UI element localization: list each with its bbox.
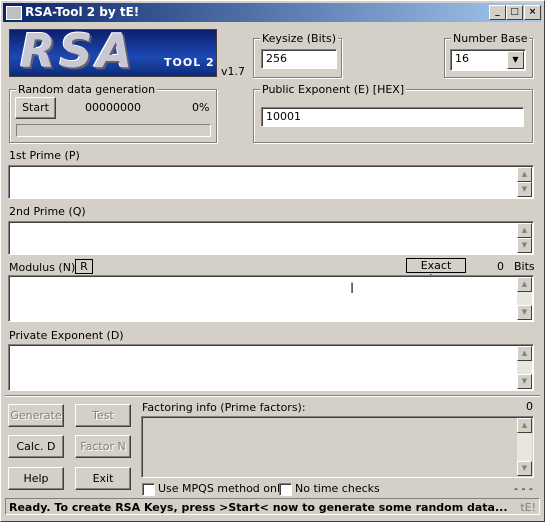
divider xyxy=(5,395,540,397)
generate-button[interactable]: Generate xyxy=(8,404,64,427)
mpqs-checkbox[interactable] xyxy=(142,483,155,496)
test-button[interactable]: Test xyxy=(75,404,131,427)
modulus-field[interactable]: ▲ ▼ I xyxy=(8,275,534,322)
logo-text: RSA xyxy=(20,29,137,77)
mpqs-label: Use MPQS method only xyxy=(158,482,287,495)
scroll-down-icon[interactable]: ▼ xyxy=(517,374,532,389)
version-label: v1.7 xyxy=(221,65,246,78)
scroll-up-icon[interactable]: ▲ xyxy=(517,277,532,292)
no-time-label: No time checks xyxy=(295,482,380,495)
modulus-label: Modulus (N) xyxy=(9,261,76,274)
modulus-scrollbar[interactable]: ▲ ▼ xyxy=(517,277,532,320)
random-progress-bar xyxy=(16,124,211,137)
exit-button[interactable]: Exit xyxy=(75,467,131,490)
dashes-label: - - - xyxy=(514,482,533,495)
scroll-down-icon[interactable]: ▼ xyxy=(517,461,532,476)
prime-q-label: 2nd Prime (Q) xyxy=(9,205,86,218)
prime-q-field[interactable]: ▲ ▼ xyxy=(8,221,534,255)
factor-n-button[interactable]: Factor N xyxy=(75,435,131,458)
logo-subtext: TOOL 2 xyxy=(164,56,215,69)
random-data-label: Random data generation xyxy=(16,83,158,96)
prime-q-scrollbar[interactable]: ▲ ▼ xyxy=(517,223,532,253)
keysize-label: Keysize (Bits) xyxy=(260,32,338,45)
title-bar: RSA-Tool 2 by tE! _ □ × xyxy=(3,3,542,22)
scroll-down-icon[interactable]: ▼ xyxy=(517,305,532,320)
size-value: 0 xyxy=(497,260,504,273)
maximize-button[interactable]: □ xyxy=(506,5,523,20)
calc-d-button[interactable]: Calc. D xyxy=(8,435,64,458)
prime-p-field[interactable]: ▲ ▼ xyxy=(8,165,534,199)
exact-size-label: Exact size: xyxy=(406,258,466,285)
private-exponent-field[interactable]: ▲ ▼ xyxy=(8,344,534,391)
number-base-select[interactable]: 16 ▼ xyxy=(450,49,526,71)
prime-p-label: 1st Prime (P) xyxy=(9,149,80,162)
status-bar: Ready. To create RSA Keys, press >Start<… xyxy=(5,498,540,515)
number-base-value: 16 xyxy=(455,52,469,65)
number-base-label: Number Base xyxy=(451,32,530,45)
random-percent: 0% xyxy=(192,101,210,114)
rsa-logo: RSA TOOL 2 xyxy=(9,29,217,77)
private-exponent-label: Private Exponent (D) xyxy=(9,329,124,342)
private-exponent-scrollbar[interactable]: ▲ ▼ xyxy=(517,346,532,389)
chevron-down-icon[interactable]: ▼ xyxy=(507,51,524,69)
scroll-down-icon[interactable]: ▼ xyxy=(517,238,532,253)
factoring-scrollbar[interactable]: ▲ ▼ xyxy=(517,418,532,476)
close-button[interactable]: × xyxy=(524,5,541,20)
minimize-button[interactable]: _ xyxy=(489,5,506,20)
factoring-info-field[interactable]: ▲ ▼ xyxy=(141,416,534,478)
window-title: RSA-Tool 2 by tE! xyxy=(25,5,140,19)
scroll-up-icon[interactable]: ▲ xyxy=(517,346,532,361)
keysize-input[interactable]: 256 xyxy=(261,49,337,69)
start-button[interactable]: Start xyxy=(15,97,56,119)
prime-p-scrollbar[interactable]: ▲ ▼ xyxy=(517,167,532,197)
random-counter: 00000000 xyxy=(85,101,141,114)
factoring-count: 0 xyxy=(526,400,533,413)
status-corner: tE! xyxy=(520,501,536,514)
bits-label: Bits xyxy=(514,260,535,273)
factoring-label: Factoring info (Prime factors): xyxy=(142,401,306,414)
scroll-up-icon[interactable]: ▲ xyxy=(517,418,532,433)
public-exponent-label: Public Exponent (E) [HEX] xyxy=(260,83,407,96)
r-button[interactable]: R xyxy=(75,259,93,274)
scroll-up-icon[interactable]: ▲ xyxy=(517,167,532,182)
scroll-up-icon[interactable]: ▲ xyxy=(517,223,532,238)
help-button[interactable]: Help xyxy=(8,467,64,490)
scroll-down-icon[interactable]: ▼ xyxy=(517,182,532,197)
text-cursor-icon: I xyxy=(350,281,355,297)
status-text: Ready. To create RSA Keys, press >Start<… xyxy=(9,501,508,514)
app-icon xyxy=(6,6,22,20)
public-exponent-input[interactable]: 10001 xyxy=(261,107,524,127)
no-time-checkbox[interactable] xyxy=(279,483,292,496)
